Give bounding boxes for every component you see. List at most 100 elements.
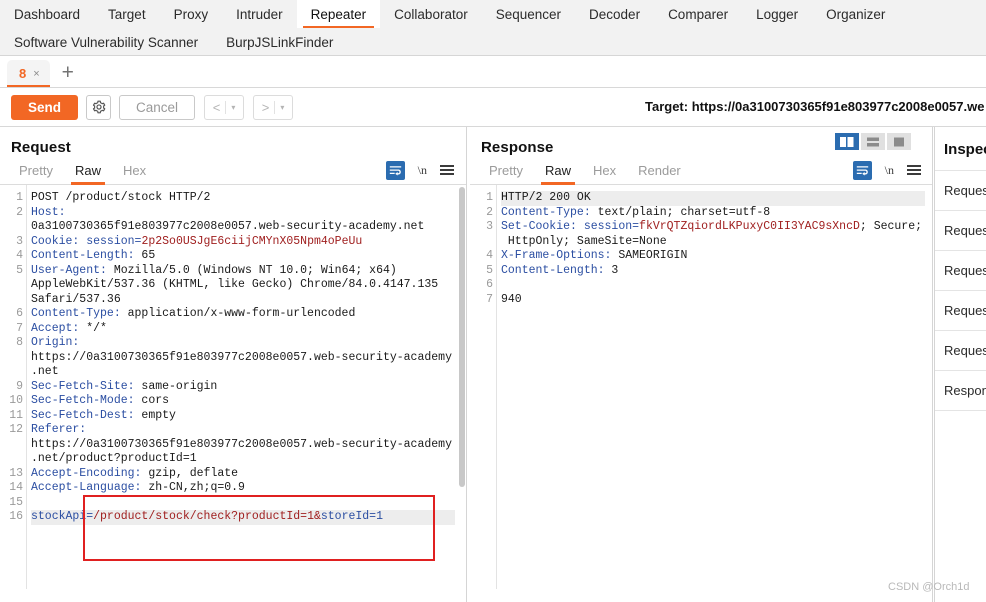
word-wrap-icon[interactable] xyxy=(385,160,405,180)
nav-tab-software-vulnerability-scanner[interactable]: Software Vulnerability Scanner xyxy=(0,28,212,56)
next-request-button[interactable]: > ▾ xyxy=(253,94,294,120)
request-line-number: 2 xyxy=(16,205,23,219)
request-editor[interactable]: 1 POST /product/stock HTTP/2 2 Host: 0a31007… xyxy=(0,185,466,589)
inspector-row-3[interactable]: Request xyxy=(935,290,986,330)
hamburger-menu-icon[interactable] xyxy=(440,165,454,175)
word-wrap-icon[interactable] xyxy=(852,160,872,180)
inspector-row-1[interactable]: Request xyxy=(935,210,986,250)
chevron-down-icon[interactable]: ▾ xyxy=(280,103,284,112)
request-code-line: Accept: */* xyxy=(31,322,107,337)
request-code-segment: Origin: xyxy=(31,336,80,349)
newline-icon[interactable]: \n xyxy=(418,163,427,178)
request-code-line: Accept-Language: zh-CN,zh;q=0.9 xyxy=(31,481,245,496)
request-code-segment: .net/product?productId=1 xyxy=(31,452,197,465)
response-code-line: Content-Length: 3 xyxy=(501,264,618,279)
request-code-line: https://0a3100730365f91e803977c2008e0057… xyxy=(31,351,452,366)
request-code-line: User-Agent: Mozilla/5.0 (Windows NT 10.0… xyxy=(31,264,397,279)
request-code-line: stockApi=/product/stock/check?productId=… xyxy=(31,510,383,525)
nav-tab-label: Target xyxy=(108,6,146,22)
stacked-layout-icon[interactable] xyxy=(861,133,885,150)
tab-request-hex[interactable]: Hex xyxy=(112,156,157,185)
settings-button[interactable] xyxy=(86,94,112,120)
response-line-number: 6 xyxy=(486,278,493,291)
response-view-tabs: Pretty Raw Hex Render \n xyxy=(470,156,933,185)
request-code-line: Referer: xyxy=(31,423,86,438)
nav-tab-label: Dashboard xyxy=(14,6,81,22)
tab-request-pretty[interactable]: Pretty xyxy=(8,156,64,185)
response-editor[interactable]: 1 HTTP/2 200 OK 2 Content-Type: text/plain;… xyxy=(470,185,933,589)
hamburger-menu-icon[interactable] xyxy=(907,165,921,175)
request-view-tabs: Pretty Raw Hex \n xyxy=(0,156,466,185)
response-line-number: 1 xyxy=(486,191,493,204)
repeater-tab-8[interactable]: 8 × xyxy=(7,60,50,87)
nav-tab-label: Decoder xyxy=(589,6,641,22)
add-tab-button[interactable]: + xyxy=(62,62,74,83)
response-code-segment: text/plain; charset=utf-8 xyxy=(597,205,771,219)
response-code-line: Set-Cookie: session=fkVrQTZqiordLKPuxyC0… xyxy=(501,220,922,235)
request-line-number: 11 xyxy=(9,408,23,422)
nav-tab-label: Intruder xyxy=(236,6,283,22)
nav-tab-label: Sequencer xyxy=(495,6,562,22)
request-code-line: Host: xyxy=(31,206,66,221)
nav-tab-repeater[interactable]: Repeater xyxy=(296,0,381,28)
inspector-row-2[interactable]: Request xyxy=(935,250,986,290)
response-code-line: X-Frame-Options: SAMEORIGIN xyxy=(501,249,687,264)
request-code-line: Content-Type: application/x-www-form-url… xyxy=(31,307,355,322)
side-by-side-layout-icon[interactable] xyxy=(835,133,859,150)
request-line-number: 7 xyxy=(16,321,23,335)
cancel-button[interactable]: Cancel xyxy=(119,94,196,120)
request-code-line: AppleWebKit/537.36 (KHTML, like Gecko) C… xyxy=(31,278,438,293)
close-icon[interactable]: × xyxy=(33,68,39,80)
nav-tab-dashboard[interactable]: Dashboard xyxy=(0,0,94,28)
inspector-row-5[interactable]: Response xyxy=(935,370,986,410)
inspector-title: Inspector xyxy=(944,141,986,158)
nav-tab-organizer[interactable]: Organizer xyxy=(812,0,899,28)
nav-tab-proxy[interactable]: Proxy xyxy=(160,0,223,28)
inspector-row-label: Request xyxy=(944,263,986,278)
request-code-segment: Mozilla/5.0 (Windows NT 10.0; Win64; x64… xyxy=(113,263,397,277)
request-code-segment: same-origin xyxy=(141,379,218,393)
nav-tab-label: Software Vulnerability Scanner xyxy=(14,34,199,50)
request-code-segment: empty xyxy=(141,408,176,422)
response-code-line: HttpOnly; SameSite=None xyxy=(501,235,667,250)
request-code-segment: Sec-Fetch-Dest: xyxy=(31,408,142,422)
tab-response-render[interactable]: Render xyxy=(627,156,692,185)
chevron-down-icon[interactable]: ▾ xyxy=(231,103,235,112)
tab-response-hex[interactable]: Hex xyxy=(582,156,627,185)
newline-icon[interactable]: \n xyxy=(885,163,894,178)
request-code-segment: ?productId=1& xyxy=(231,510,321,523)
request-code-segment: Referer: xyxy=(31,423,87,436)
nav-tab-target[interactable]: Target xyxy=(94,0,160,28)
request-code-line: Cookie: session=2p2So0USJgE6ciijCMYnX05N… xyxy=(31,235,362,250)
scrollbar-thumb[interactable] xyxy=(459,187,465,487)
single-pane-layout-icon[interactable] xyxy=(887,133,911,150)
request-code-segment: Cookie: xyxy=(31,234,87,248)
request-code-segment: Content-Type: xyxy=(31,307,128,320)
nav-tab-sequencer[interactable]: Sequencer xyxy=(482,0,575,28)
nav-tab-burpjslinkfinder[interactable]: BurpJSLinkFinder xyxy=(212,28,347,56)
response-line-number: 5 xyxy=(486,263,493,277)
request-code-line: Accept-Encoding: gzip, deflate xyxy=(31,467,238,482)
tab-request-raw[interactable]: Raw xyxy=(64,156,112,185)
nav-tab-decoder[interactable]: Decoder xyxy=(575,0,654,28)
inspector-row-4[interactable]: Request xyxy=(935,330,986,370)
send-button[interactable]: Send xyxy=(11,94,79,120)
inspector-empty-area xyxy=(935,410,986,580)
tab-response-raw[interactable]: Raw xyxy=(534,156,582,185)
nav-tab-logger[interactable]: Logger xyxy=(742,0,812,28)
response-panel: Response Pretty Raw Hex Render \n 1 HTTP… xyxy=(470,127,933,602)
tab-response-pretty[interactable]: Pretty xyxy=(478,156,534,185)
chevron-right-icon: > xyxy=(261,99,270,115)
previous-request-button[interactable]: < ▾ xyxy=(204,94,245,120)
request-code-line: 0a3100730365f91e803977c2008e0057.web-sec… xyxy=(31,220,424,235)
nav-tab-collaborator[interactable]: Collaborator xyxy=(380,0,482,28)
inspector-panel: Inspector RequestRequestRequestRequestRe… xyxy=(934,127,986,602)
nav-tab-comparer[interactable]: Comparer xyxy=(654,0,742,28)
inspector-row-0[interactable]: Request xyxy=(935,170,986,210)
request-scrollbar[interactable] xyxy=(458,185,466,589)
request-code-line: Sec-Fetch-Site: same-origin xyxy=(31,380,217,395)
nav-tab-intruder[interactable]: Intruder xyxy=(222,0,297,28)
repeater-tab-strip: 8 × + xyxy=(0,56,986,88)
inspector-divider[interactable] xyxy=(932,127,933,602)
panel-divider[interactable] xyxy=(466,127,467,602)
